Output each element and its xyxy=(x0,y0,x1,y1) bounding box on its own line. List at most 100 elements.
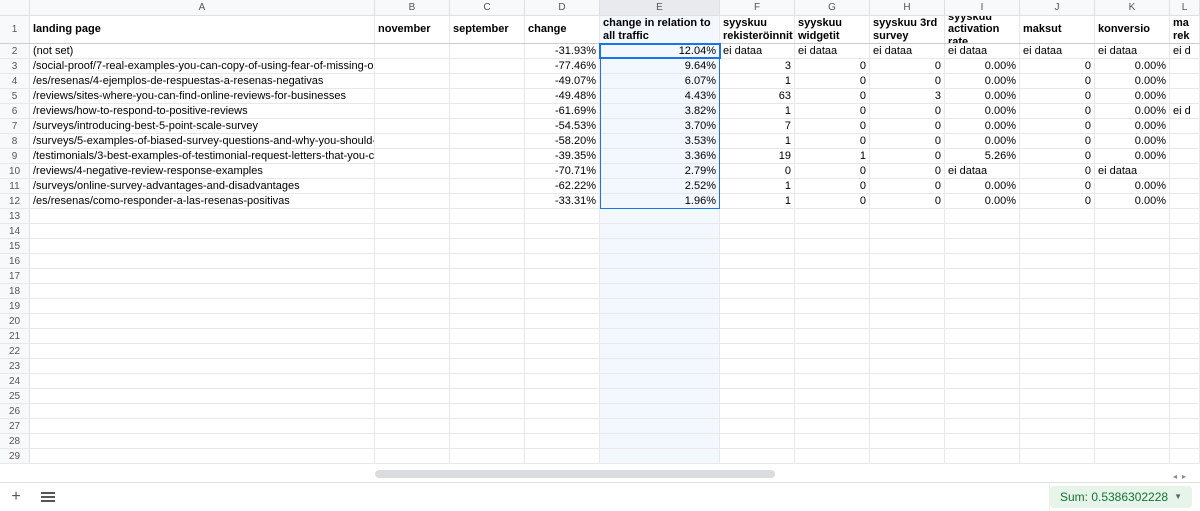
cell-H13[interactable] xyxy=(870,209,945,223)
cell-L16[interactable] xyxy=(1170,254,1200,268)
cell-E16[interactable] xyxy=(600,254,720,268)
cell-C12[interactable] xyxy=(450,194,525,208)
cell-H7[interactable]: 0 xyxy=(870,119,945,133)
cell-I26[interactable] xyxy=(945,404,1020,418)
cell-H20[interactable] xyxy=(870,314,945,328)
cell-H24[interactable] xyxy=(870,374,945,388)
cell-K12[interactable]: 0.00% xyxy=(1095,194,1170,208)
cell-E21[interactable] xyxy=(600,329,720,343)
cell-E29[interactable] xyxy=(600,449,720,463)
col-header-A[interactable]: A xyxy=(30,0,375,15)
cell-A24[interactable] xyxy=(30,374,375,388)
cell-K28[interactable] xyxy=(1095,434,1170,448)
cell-F22[interactable] xyxy=(720,344,795,358)
cell-H5[interactable]: 3 xyxy=(870,89,945,103)
cell-F16[interactable] xyxy=(720,254,795,268)
cell-J3[interactable]: 0 xyxy=(1020,59,1095,73)
row-header-12[interactable]: 12 xyxy=(0,194,30,208)
cell-A15[interactable] xyxy=(30,239,375,253)
cell-J6[interactable]: 0 xyxy=(1020,104,1095,118)
cell-F7[interactable]: 7 xyxy=(720,119,795,133)
cell-D27[interactable] xyxy=(525,419,600,433)
cell-F3[interactable]: 3 xyxy=(720,59,795,73)
row-header-21[interactable]: 21 xyxy=(0,329,30,343)
cell-E10[interactable]: 2.79% xyxy=(600,164,720,178)
cell-G14[interactable] xyxy=(795,224,870,238)
cell-I2[interactable]: ei dataa xyxy=(945,44,1020,58)
row-header-9[interactable]: 9 xyxy=(0,149,30,163)
cell-L25[interactable] xyxy=(1170,389,1200,403)
cell-I14[interactable] xyxy=(945,224,1020,238)
cell-F27[interactable] xyxy=(720,419,795,433)
row-header-7[interactable]: 7 xyxy=(0,119,30,133)
cell-K19[interactable] xyxy=(1095,299,1170,313)
cell-I20[interactable] xyxy=(945,314,1020,328)
cell-H21[interactable] xyxy=(870,329,945,343)
col-header-G[interactable]: G xyxy=(795,0,870,15)
cell-E12[interactable]: 1.96% xyxy=(600,194,720,208)
cell-F21[interactable] xyxy=(720,329,795,343)
cell-F12[interactable]: 1 xyxy=(720,194,795,208)
cell-K15[interactable] xyxy=(1095,239,1170,253)
cell-C11[interactable] xyxy=(450,179,525,193)
cell-I13[interactable] xyxy=(945,209,1020,223)
cell-D1[interactable]: change xyxy=(525,16,600,43)
cell-L18[interactable] xyxy=(1170,284,1200,298)
col-header-I[interactable]: I xyxy=(945,0,1020,15)
cell-C3[interactable] xyxy=(450,59,525,73)
cell-I22[interactable] xyxy=(945,344,1020,358)
cell-K25[interactable] xyxy=(1095,389,1170,403)
cell-F24[interactable] xyxy=(720,374,795,388)
cell-E22[interactable] xyxy=(600,344,720,358)
cell-C16[interactable] xyxy=(450,254,525,268)
cell-L13[interactable] xyxy=(1170,209,1200,223)
cell-A11[interactable]: /surveys/online-survey-advantages-and-di… xyxy=(30,179,375,193)
cell-D9[interactable]: -39.35% xyxy=(525,149,600,163)
cell-A9[interactable]: /testimonials/3-best-examples-of-testimo… xyxy=(30,149,375,163)
cell-I9[interactable]: 5.26% xyxy=(945,149,1020,163)
horizontal-scrollbar[interactable] xyxy=(375,470,1180,480)
cell-D19[interactable] xyxy=(525,299,600,313)
cell-L11[interactable] xyxy=(1170,179,1200,193)
cell-K26[interactable] xyxy=(1095,404,1170,418)
row-header-20[interactable]: 20 xyxy=(0,314,30,328)
scroll-left-icon[interactable]: ◂ xyxy=(1173,472,1181,480)
cell-K5[interactable]: 0.00% xyxy=(1095,89,1170,103)
cell-A21[interactable] xyxy=(30,329,375,343)
cell-A19[interactable] xyxy=(30,299,375,313)
cell-D23[interactable] xyxy=(525,359,600,373)
row-header-24[interactable]: 24 xyxy=(0,374,30,388)
cell-J10[interactable]: 0 xyxy=(1020,164,1095,178)
cell-I12[interactable]: 0.00% xyxy=(945,194,1020,208)
cell-B7[interactable] xyxy=(375,119,450,133)
row-header-6[interactable]: 6 xyxy=(0,104,30,118)
cell-K29[interactable] xyxy=(1095,449,1170,463)
cell-L3[interactable] xyxy=(1170,59,1200,73)
cell-E26[interactable] xyxy=(600,404,720,418)
cell-G2[interactable]: ei dataa xyxy=(795,44,870,58)
cell-A23[interactable] xyxy=(30,359,375,373)
quick-sum-dropdown[interactable]: Sum: 0.5386302228 ▼ xyxy=(1050,486,1192,508)
cell-F9[interactable]: 19 xyxy=(720,149,795,163)
cell-J13[interactable] xyxy=(1020,209,1095,223)
col-header-K[interactable]: K xyxy=(1095,0,1170,15)
cell-J25[interactable] xyxy=(1020,389,1095,403)
cell-F15[interactable] xyxy=(720,239,795,253)
cell-K18[interactable] xyxy=(1095,284,1170,298)
cell-H10[interactable]: 0 xyxy=(870,164,945,178)
cell-F13[interactable] xyxy=(720,209,795,223)
cell-G3[interactable]: 0 xyxy=(795,59,870,73)
cell-I3[interactable]: 0.00% xyxy=(945,59,1020,73)
row-header-4[interactable]: 4 xyxy=(0,74,30,88)
cell-A7[interactable]: /surveys/introducing-best-5-point-scale-… xyxy=(30,119,375,133)
cell-D3[interactable]: -77.46% xyxy=(525,59,600,73)
cell-G16[interactable] xyxy=(795,254,870,268)
cell-C13[interactable] xyxy=(450,209,525,223)
cell-K16[interactable] xyxy=(1095,254,1170,268)
cell-K1[interactable]: konversio xyxy=(1095,16,1170,43)
cell-F28[interactable] xyxy=(720,434,795,448)
cell-D12[interactable]: -33.31% xyxy=(525,194,600,208)
cell-G21[interactable] xyxy=(795,329,870,343)
cell-C1[interactable]: september xyxy=(450,16,525,43)
cell-K24[interactable] xyxy=(1095,374,1170,388)
